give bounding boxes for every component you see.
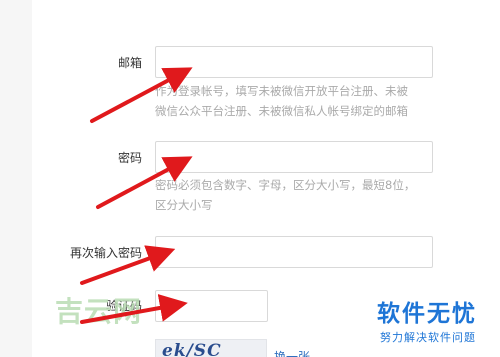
captcha-input[interactable] (155, 290, 268, 322)
email-hint-line1: 作为登录帐号，填写未被微信开放平台注册、未被 (155, 84, 408, 98)
captcha-image[interactable]: ek/SC (155, 339, 267, 357)
password-hint-line1: 密码必须包含数字、字母，区分大小写，最短8位， (155, 178, 416, 192)
email-hint-line2: 微信公众平台注册、未被微信私人帐号绑定的邮箱 (155, 104, 408, 118)
email-input[interactable] (155, 46, 433, 78)
email-label: 邮箱 (118, 56, 143, 70)
watermark-right-logo: 软件无忧 (377, 301, 477, 327)
watermark-right-tagline: 努力解决软件问题 (380, 331, 476, 344)
confirm-password-label: 再次输入密码 (70, 246, 143, 260)
captcha-refresh-link[interactable]: 换一张 (274, 348, 310, 357)
confirm-password-input[interactable] (155, 236, 433, 268)
password-hint-line2: 区分大小写 (155, 198, 213, 212)
password-input[interactable] (155, 141, 433, 173)
password-label: 密码 (118, 151, 143, 165)
watermark-left-logo: 吉云网 (55, 295, 143, 328)
captcha-image-text: ek/SC (162, 341, 222, 357)
